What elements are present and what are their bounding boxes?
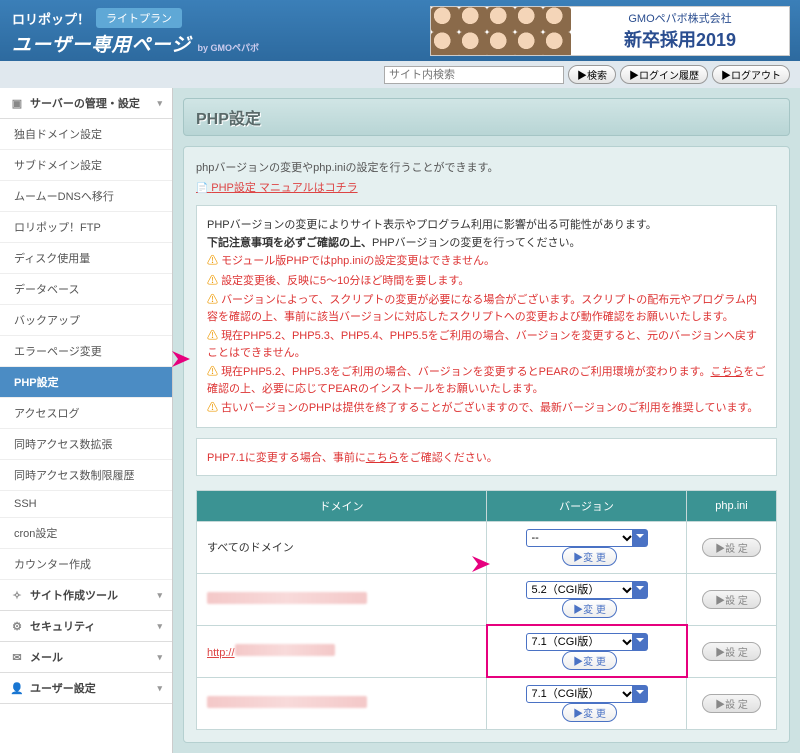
- sidebar-item-accesslog[interactable]: アクセスログ: [0, 398, 172, 429]
- description: phpバージョンの変更やphp.iniの設定を行うことができます。: [196, 159, 777, 175]
- php71-note: PHP7.1に変更する場合、事前にこちらをご確認ください。: [196, 438, 777, 476]
- change-button[interactable]: ▶変 更: [562, 703, 617, 722]
- header: ロリポップ！ ライトプラン ユーザー専用ページ by GMOペパボ GMOペパボ…: [0, 0, 800, 61]
- chevron-down-icon: ▾: [157, 621, 162, 632]
- page-title: PHP設定: [183, 98, 790, 136]
- sidebar-item-backup[interactable]: バックアップ: [0, 305, 172, 336]
- settings-button[interactable]: ▶設 定: [702, 642, 761, 661]
- tools-icon: ✧: [10, 588, 24, 602]
- logo: ロリポップ！: [12, 9, 90, 28]
- sidebar-section-server[interactable]: ▣ サーバーの管理・設定▾: [0, 88, 172, 119]
- version-select[interactable]: 7.1（CGI版）: [526, 685, 636, 703]
- topbar: ▶検索 ▶ログイン履歴 ▶ログアウト: [0, 61, 800, 88]
- sidebar-item-ssh[interactable]: SSH: [0, 491, 172, 518]
- mail-icon: ✉: [10, 650, 24, 664]
- select-arrow-icon: [632, 529, 648, 547]
- domain-cell: [197, 573, 487, 625]
- chevron-down-icon: ▾: [157, 98, 162, 109]
- select-arrow-icon: [632, 633, 648, 651]
- server-icon: ▣: [10, 96, 24, 110]
- sidebar-item-cron[interactable]: cron設定: [0, 518, 172, 549]
- search-input[interactable]: [384, 66, 564, 84]
- sidebar-section-security[interactable]: ⚙ セキュリティ▾: [0, 611, 172, 642]
- sidebar-item-disk[interactable]: ディスク使用量: [0, 243, 172, 274]
- col-phpini: php.ini: [687, 490, 777, 521]
- sidebar-item-php[interactable]: PHP設定: [0, 367, 172, 398]
- col-version: バージョン: [487, 490, 687, 521]
- sidebar-section-user[interactable]: 👤 ユーザー設定▾: [0, 673, 172, 704]
- sidebar: ▣ サーバーの管理・設定▾ 独自ドメイン設定 サブドメイン設定 ムームーDNSへ…: [0, 88, 173, 753]
- sidebar-section-mail[interactable]: ✉ メール▾: [0, 642, 172, 673]
- pear-link[interactable]: こちら: [711, 366, 744, 378]
- col-domain: ドメイン: [197, 490, 487, 521]
- chevron-down-icon: ▾: [157, 683, 162, 694]
- user-icon: 👤: [10, 681, 24, 695]
- settings-button[interactable]: ▶設 定: [702, 590, 761, 609]
- sidebar-item-access-hist[interactable]: 同時アクセス数制限履歴: [0, 460, 172, 491]
- login-history-button[interactable]: ▶ログイン履歴: [620, 65, 708, 84]
- table-row: http:// 7.1（CGI版） ▶変 更 ▶設 定: [197, 625, 777, 677]
- select-arrow-icon: [632, 581, 648, 599]
- version-select[interactable]: 7.1（CGI版）: [526, 633, 636, 651]
- sidebar-item-access-ext[interactable]: 同時アクセス数拡張: [0, 429, 172, 460]
- select-arrow-icon: [632, 685, 648, 703]
- table-row: すべてのドメイン -- ▶変 更 ▶設 定: [197, 521, 777, 573]
- change-button[interactable]: ▶変 更: [562, 651, 617, 670]
- sidebar-item-error[interactable]: エラーページ変更: [0, 336, 172, 367]
- plan-badge: ライトプラン: [96, 8, 182, 28]
- sidebar-item-ftp[interactable]: ロリポップ！FTP: [0, 212, 172, 243]
- table-row: 5.2（CGI版） ▶変 更 ▶設 定: [197, 573, 777, 625]
- sidebar-item-counter[interactable]: カウンター作成: [0, 549, 172, 580]
- recruitment-banner[interactable]: GMOペパボ株式会社 新卒採用2019: [430, 6, 790, 56]
- manual-link[interactable]: PHP設定 マニュアルはコチラ: [196, 182, 358, 194]
- chevron-down-icon: ▾: [157, 590, 162, 601]
- warning-box: PHPバージョンの変更によりサイト表示やプログラム利用に影響が出る可能性がありま…: [196, 205, 777, 428]
- gear-icon: ⚙: [10, 619, 24, 633]
- settings-button[interactable]: ▶設 定: [702, 694, 761, 713]
- version-select[interactable]: --: [526, 529, 636, 547]
- domain-cell: http://: [197, 625, 487, 677]
- change-button[interactable]: ▶変 更: [562, 599, 617, 618]
- sidebar-item-domain[interactable]: 独自ドメイン設定: [0, 119, 172, 150]
- sidebar-item-muumuu[interactable]: ムームーDNSへ移行: [0, 181, 172, 212]
- domain-table: ドメイン バージョン php.ini すべてのドメイン -- ▶変 更 ▶設 定: [196, 490, 777, 730]
- search-button[interactable]: ▶検索: [568, 65, 616, 84]
- chevron-down-icon: ▾: [157, 652, 162, 663]
- settings-button[interactable]: ▶設 定: [702, 538, 761, 557]
- logout-button[interactable]: ▶ログアウト: [712, 65, 790, 84]
- version-select[interactable]: 5.2（CGI版）: [526, 581, 636, 599]
- domain-cell: [197, 677, 487, 729]
- main-content: PHP設定 phpバージョンの変更やphp.iniの設定を行うことができます。 …: [173, 88, 800, 753]
- change-button[interactable]: ▶変 更: [562, 547, 617, 566]
- domain-cell: すべてのドメイン: [197, 521, 487, 573]
- php71-link[interactable]: こちら: [366, 452, 399, 464]
- sidebar-item-subdomain[interactable]: サブドメイン設定: [0, 150, 172, 181]
- sidebar-item-database[interactable]: データベース: [0, 274, 172, 305]
- table-row: 7.1（CGI版） ▶変 更 ▶設 定: [197, 677, 777, 729]
- domain-link[interactable]: http://: [207, 647, 235, 659]
- sidebar-section-tools[interactable]: ✧ サイト作成ツール▾: [0, 580, 172, 611]
